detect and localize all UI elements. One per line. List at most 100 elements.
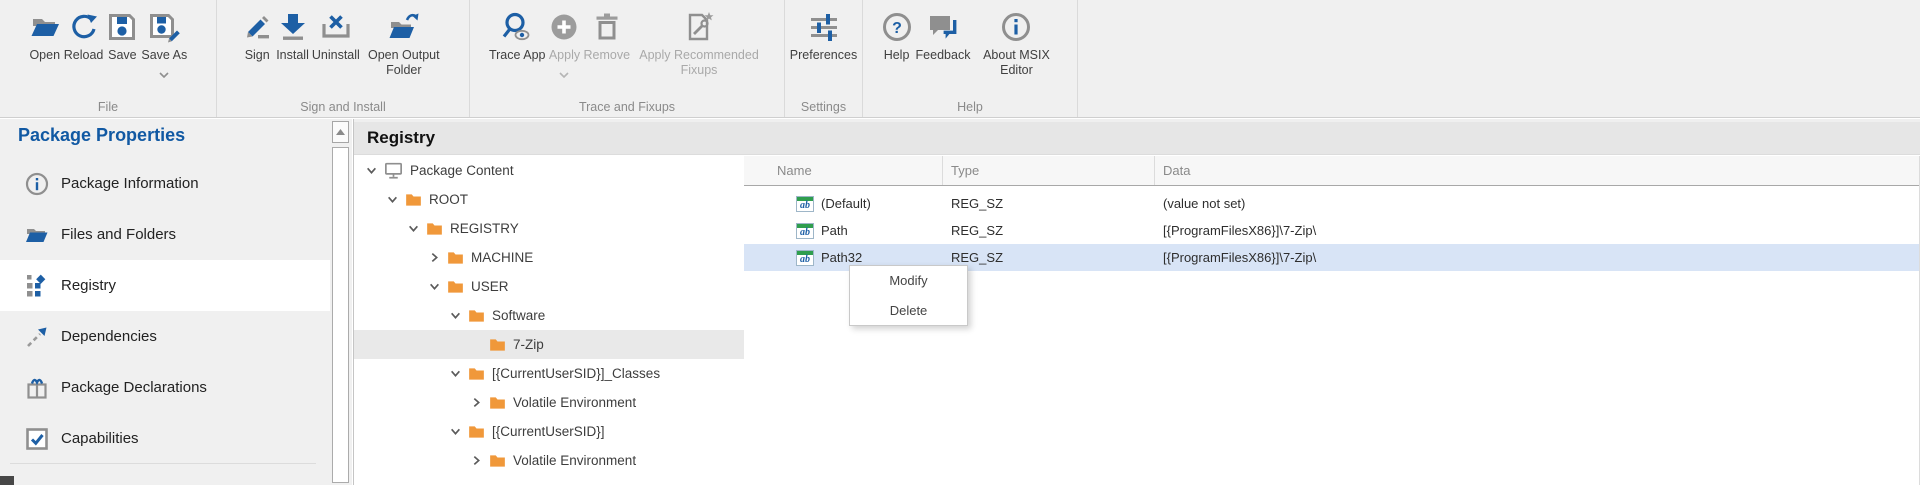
feedback-bubble-icon [926,8,960,46]
computer-icon [384,162,403,179]
save-as-button-label: Save As [141,48,187,63]
main-panel: Registry Package Content ROOT REGISTRY M… [353,119,1920,485]
tree-item-currentusersid-classes[interactable]: [{CurrentUserSID}]_Classes [354,359,744,388]
tree-item-label: [{CurrentUserSID}]_Classes [492,366,660,381]
ribbon-group-label: Help [863,100,1077,114]
table-row-default[interactable]: ab(Default) REG_SZ (value not set) [744,190,1919,217]
preferences-button[interactable]: Preferences [790,0,857,63]
chevron-right-icon[interactable] [429,252,444,263]
uninstall-button[interactable]: Uninstall [312,0,360,63]
chevron-down-icon[interactable] [450,426,465,437]
open-output-folder-icon [387,8,421,46]
tree-item-package-content[interactable]: Package Content [354,156,744,185]
fixups-document-wrench-icon [682,8,716,46]
chevron-down-icon[interactable] [429,281,444,292]
ribbon-toolbar: Open Reload Save Save As File [0,0,1920,118]
tree-item-label: REGISTRY [450,221,519,236]
tree-item-currentusersid[interactable]: [{CurrentUserSID}] [354,417,744,446]
folder-icon [405,193,422,207]
list-rows: ab(Default) REG_SZ (value not set) ab Pat… [744,186,1919,271]
trace-app-button-label: Trace App [489,48,546,63]
column-header-data[interactable]: Data [1154,156,1919,185]
folder-icon [489,454,506,468]
sign-button-label: Sign [245,48,270,63]
folder-icon [468,309,485,323]
value-data: [{ProgramFilesX86}]\7-Zip\ [1154,250,1919,265]
value-name: Path32 [821,250,862,265]
install-button[interactable]: Install [276,0,309,63]
tree-item-machine[interactable]: MACHINE [354,243,744,272]
value-name: (Default) [821,196,871,211]
scrollbar-up-button[interactable] [332,121,349,143]
save-button[interactable]: Save [106,0,138,63]
tree-item-label: Volatile Environment [513,395,636,410]
about-msix-editor-button[interactable]: About MSIX Editor [973,0,1059,78]
save-as-button[interactable]: Save As [141,0,187,83]
apply-button[interactable]: Apply [548,0,580,83]
ribbon-group-file: Open Reload Save Save As File [0,0,217,117]
chevron-down-icon [559,65,569,83]
reg-sz-icon: ab [796,223,814,239]
tree-item-label: ROOT [429,192,468,207]
registry-tree: Package Content ROOT REGISTRY MACHINE US… [354,156,744,485]
sidebar-item-label: Package Declarations [61,379,207,396]
open-output-folder-button[interactable]: Open Output Folder [363,0,445,78]
table-row-path[interactable]: abPath REG_SZ [{ProgramFilesX86}]\7-Zip\ [744,217,1919,244]
feedback-button[interactable]: Feedback [916,0,971,63]
tree-item-7zip[interactable]: 7-Zip [354,330,744,359]
reload-button[interactable]: Reload [64,0,104,63]
context-menu: Modify Delete [849,265,968,326]
package-declarations-gift-icon [25,376,49,400]
triangle-up-icon [336,129,345,135]
preferences-button-label: Preferences [790,48,857,63]
open-output-folder-button-label: Open Output Folder [363,48,445,78]
open-button[interactable]: Open [29,0,61,63]
install-arrow-icon [277,8,309,46]
remove-button[interactable]: Remove [583,0,630,63]
folder-icon [489,396,506,410]
chevron-right-icon[interactable] [471,397,486,408]
chevron-right-icon[interactable] [471,455,486,466]
apply-recommended-fixups-button[interactable]: Apply Recommended Fixups [633,0,765,78]
value-name: Path [821,223,848,238]
package-information-icon [25,172,49,196]
sidebar-item-files-and-folders[interactable]: Files and Folders [0,209,330,260]
sidebar-item-dependencies[interactable]: Dependencies [0,311,330,362]
tree-item-volatile-environment-2[interactable]: Volatile Environment [354,446,744,475]
tree-item-user[interactable]: USER [354,272,744,301]
tree-item-label: 7-Zip [513,337,544,352]
ribbon-spacer [1078,0,1920,117]
tree-item-root[interactable]: ROOT [354,185,744,214]
sidebar-item-capabilities[interactable]: Capabilities [0,413,330,464]
column-header-type[interactable]: Type [942,156,1154,185]
chevron-down-icon[interactable] [387,194,402,205]
tree-item-volatile-environment[interactable]: Volatile Environment [354,388,744,417]
sidebar-item-label: Capabilities [61,430,139,447]
tree-item-label: Volatile Environment [513,453,636,468]
chevron-down-icon[interactable] [450,368,465,379]
tree-item-registry-folder[interactable]: REGISTRY [354,214,744,243]
help-button[interactable]: ? Help [881,0,913,63]
remove-trash-icon [591,8,623,46]
sidebar-item-package-information[interactable]: Package Information [0,158,330,209]
save-as-icon [147,8,181,46]
sidebar-item-package-declarations[interactable]: Package Declarations [0,362,330,413]
scrollbar-thumb[interactable] [332,147,349,483]
tree-item-software[interactable]: Software [354,301,744,330]
chevron-down-icon[interactable] [366,165,381,176]
sidebar-item-registry[interactable]: Registry [0,260,330,311]
trace-app-button[interactable]: Trace App [489,0,546,63]
ribbon-group-label: Settings [785,100,862,114]
column-header-name[interactable]: Name [744,156,942,185]
ribbon-group-sign-and-install: Sign Install Uninstall Open Output Folde… [217,0,470,117]
chevron-down-icon[interactable] [408,223,423,234]
context-menu-item-modify[interactable]: Modify [850,266,967,296]
folder-icon [468,425,485,439]
sidebar-item-label: Dependencies [61,328,157,345]
chevron-down-icon[interactable] [450,310,465,321]
context-menu-item-delete[interactable]: Delete [850,296,967,326]
list-header: Name Type Data [744,156,1919,186]
sidebar-scrollbar[interactable] [330,119,352,485]
sign-button[interactable]: Sign [241,0,273,63]
tree-item-label: [{CurrentUserSID}] [492,424,605,439]
